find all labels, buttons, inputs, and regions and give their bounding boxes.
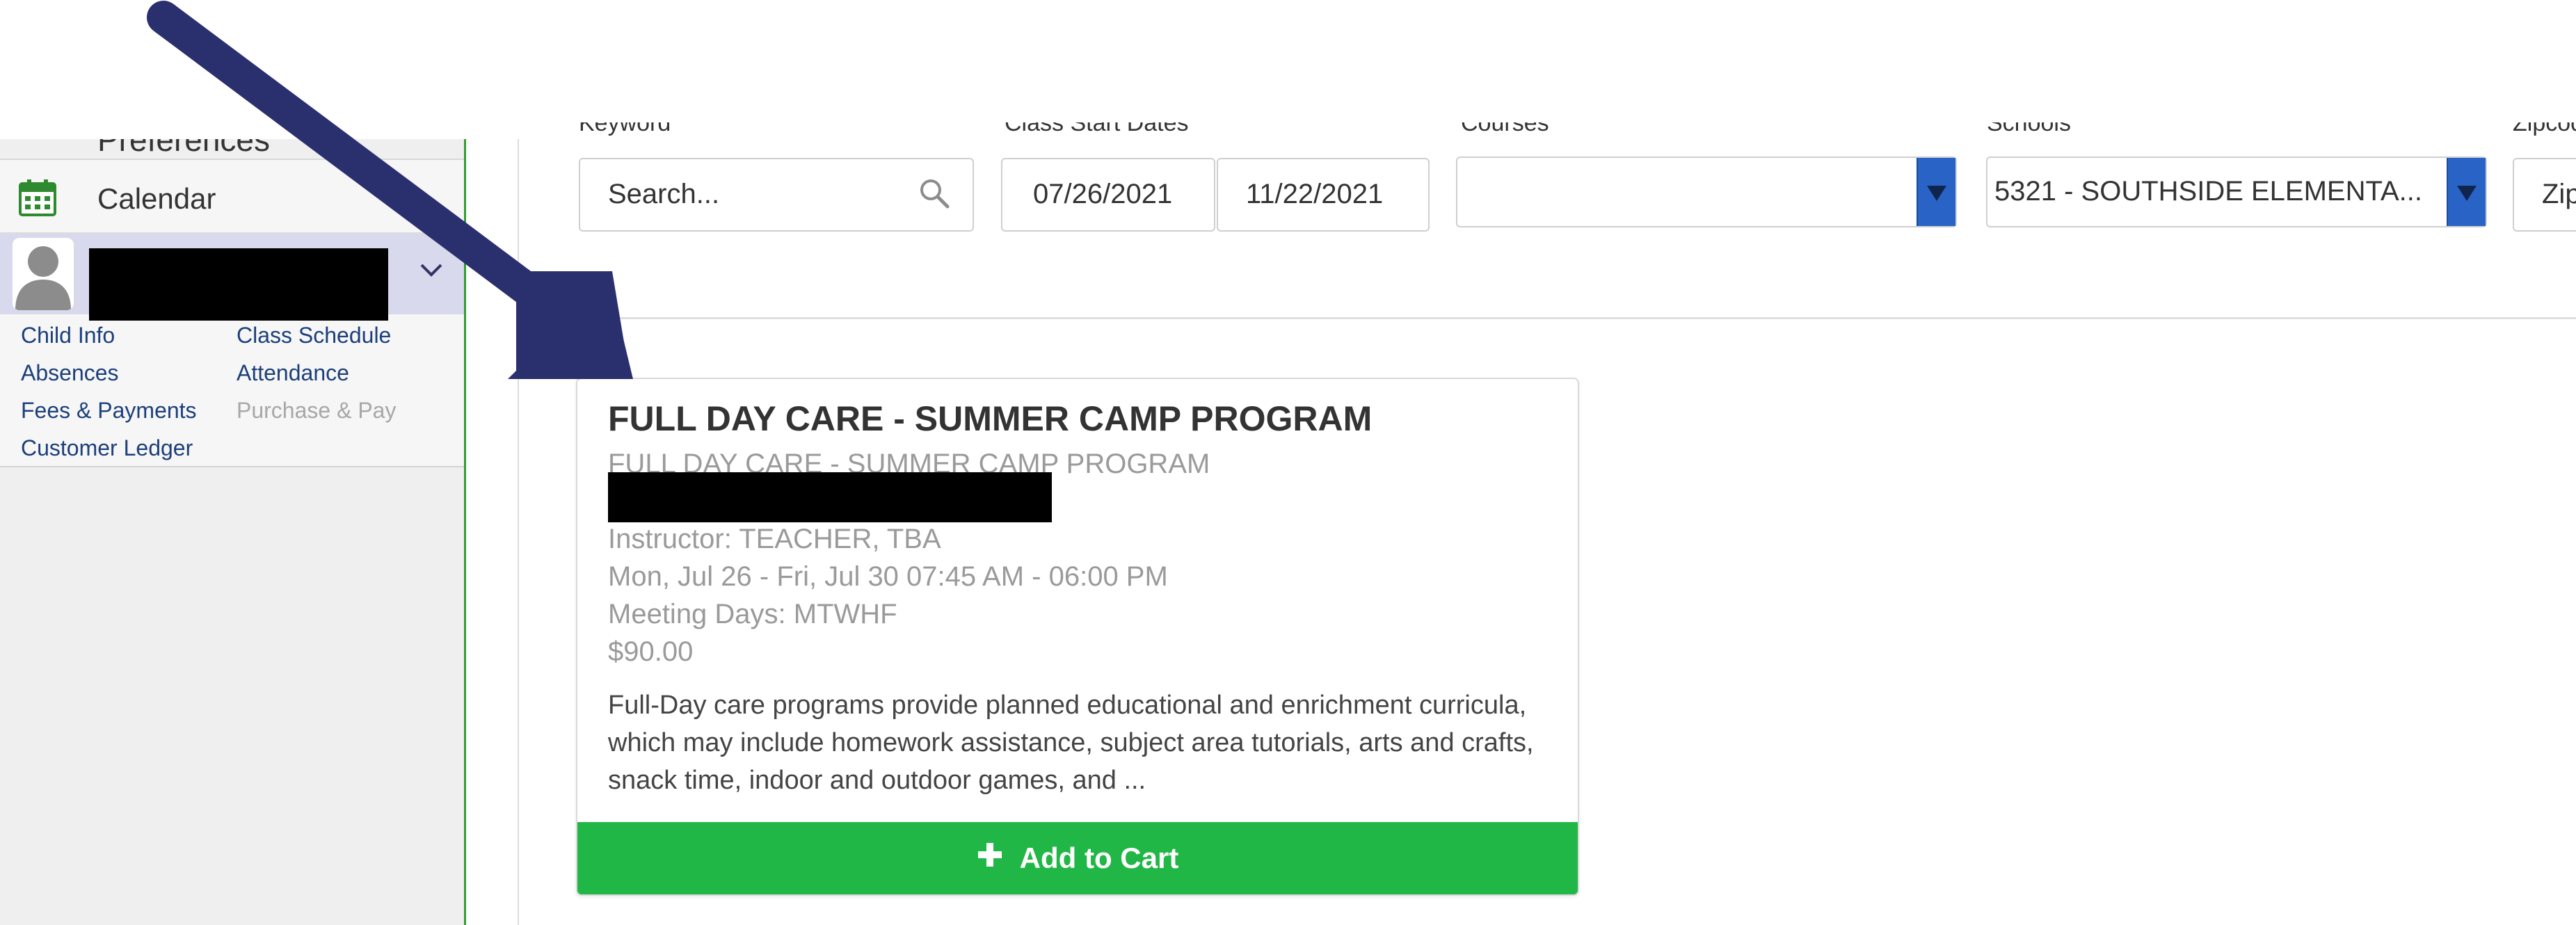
price: $90.00: [608, 636, 694, 667]
sidebar-item-calendar[interactable]: Calendar: [0, 160, 464, 234]
link-absences[interactable]: Absences: [21, 360, 119, 386]
search-input[interactable]: Search...: [579, 158, 974, 232]
keyword-label: Keyword: [579, 122, 671, 136]
course-description: Full-Day care programs provide planned e…: [608, 691, 1534, 795]
plus-icon: [977, 842, 1003, 875]
search-icon[interactable]: [917, 176, 952, 218]
redacted-child-name-block: [89, 248, 388, 321]
sidebar-item-label: Calendar: [97, 182, 216, 215]
course-title[interactable]: FULL DAY CARE - SUMMER CAMP PROGRAM: [608, 399, 1372, 439]
sidebar-item-label: Preferences: [97, 139, 271, 158]
divider: [519, 317, 2576, 319]
schedule: Mon, Jul 26 - Fri, Jul 30 07:45 AM - 06:…: [608, 561, 1168, 592]
link-attendance[interactable]: Attendance: [237, 360, 349, 386]
schools-dropdown-button[interactable]: [2447, 158, 2486, 226]
end-date-input[interactable]: 11/22/2021: [1217, 158, 1430, 232]
courses-label: Courses: [1461, 122, 1549, 136]
link-fees-payments[interactable]: Fees & Payments: [21, 398, 197, 424]
triangle-down-icon: [1927, 186, 1946, 201]
sidebar-item-preferences[interactable]: Preferences: [0, 139, 464, 160]
schools-label: Schools: [1987, 122, 2071, 136]
date-label: Class Start Dates: [1005, 122, 1189, 136]
chevron-down-icon[interactable]: [417, 256, 445, 287]
main-divider: [518, 139, 519, 925]
add-to-cart-button[interactable]: Add to Cart: [577, 822, 1578, 894]
meeting-days: Meeting Days: MTWHF: [608, 599, 897, 629]
page: Preferences Calendar Child Info Class Sc…: [0, 0, 2576, 925]
courses-select[interactable]: [1456, 156, 1957, 227]
triangle-down-icon: [2457, 186, 2477, 201]
course-card: FULL DAY CARE - SUMMER CAMP PROGRAM FULL…: [576, 378, 1579, 896]
link-purchase-pay: Purchase & Pay: [237, 398, 397, 423]
calendar-icon: [18, 178, 57, 220]
avatar: [13, 238, 74, 310]
courses-dropdown-button[interactable]: [1917, 158, 1955, 226]
link-child-info[interactable]: Child Info: [21, 323, 115, 348]
instructor: Instructor: TEACHER, TBA: [608, 524, 941, 554]
zip-input[interactable]: Zip: [2513, 158, 2576, 232]
redacted-location: [608, 472, 1052, 522]
zip-label: Zipcode: [2513, 122, 2576, 136]
start-date-input[interactable]: 07/26/2021: [1001, 158, 1215, 232]
link-customer-ledger[interactable]: Customer Ledger: [21, 435, 193, 461]
child-links: Child Info Class Schedule Absences Atten…: [0, 314, 464, 467]
schools-select[interactable]: 5321 - SOUTHSIDE ELEMENTA...: [1986, 156, 2487, 227]
link-class-schedule[interactable]: Class Schedule: [237, 323, 391, 348]
add-to-cart-label: Add to Cart: [1019, 842, 1179, 874]
